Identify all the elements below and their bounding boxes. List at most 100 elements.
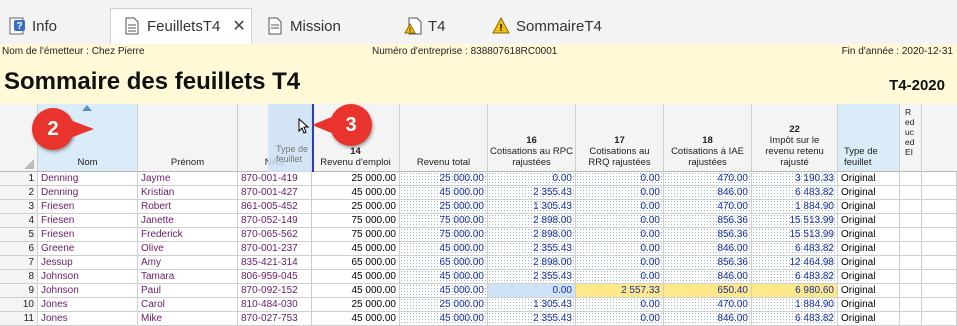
cell-c14[interactable]: 45 000.00 (312, 186, 400, 200)
cell-c17[interactable]: 0.00 (576, 256, 664, 270)
header-c16[interactable]: 16 Cotisations au RPC rajustées (488, 104, 576, 172)
close-icon[interactable]: ✕ (232, 16, 245, 36)
header-c17[interactable]: 17 Cotisations au RRQ rajustées (576, 104, 664, 172)
cell-total[interactable]: 25 000.00 (400, 172, 488, 186)
cell-type[interactable]: Original (838, 270, 900, 284)
table-row[interactable]: 10 Jones Carol 810-484-030 25 000.00 25 000.0… (0, 298, 957, 312)
cell-c14[interactable]: 75 000.00 (312, 214, 400, 228)
cell-nas[interactable]: 870-092-152 (238, 284, 312, 298)
cell-total[interactable]: 45 000.00 (400, 312, 488, 326)
cell-type[interactable]: Original (838, 284, 900, 298)
cell-c14[interactable]: 25 000.00 (312, 298, 400, 312)
cell-nom[interactable]: Friesen (38, 200, 138, 214)
header-c22[interactable]: 22 Impôt sur le revenu retenu rajusté (752, 104, 838, 172)
cell-c16[interactable]: 2 898.00 (488, 214, 576, 228)
cell-c17[interactable]: 0.00 (576, 242, 664, 256)
tab-mission[interactable]: Mission (266, 9, 341, 43)
cell-nas[interactable]: 870-001-427 (238, 186, 312, 200)
cell-prenom[interactable]: Kristian (138, 186, 238, 200)
cell-nom[interactable]: Jones (38, 312, 138, 326)
cell-prenom[interactable]: Jayme (138, 172, 238, 186)
cell-c18[interactable]: 846.00 (664, 242, 752, 256)
cell-nom[interactable]: Denning (38, 186, 138, 200)
cell-c14[interactable]: 25 000.00 (312, 172, 400, 186)
cell-c14[interactable]: 45 000.00 (312, 270, 400, 284)
cell-c14[interactable]: 45 000.00 (312, 284, 400, 298)
table-row[interactable]: 3 Friesen Robert 861-005-452 25 000.00 25 000… (0, 200, 957, 214)
cell-nom[interactable]: Johnson (38, 270, 138, 284)
cell-c22[interactable]: 12 464.98 (752, 256, 838, 270)
tab-feuilletst4[interactable]: FeuilletsT4 ✕ (110, 8, 252, 44)
cell-c22[interactable]: 3 190.33 (752, 172, 838, 186)
tab-sommairet4[interactable]: ! SommaireT4 (492, 9, 602, 43)
cell-c16[interactable]: 0.00 (488, 284, 576, 298)
cell-prenom[interactable]: Mike (138, 312, 238, 326)
cell-prenom[interactable]: Amy (138, 256, 238, 270)
header-type[interactable]: Type de feuillet (838, 104, 900, 172)
cell-total[interactable]: 65 000.00 (400, 256, 488, 270)
cell-c17[interactable]: 0.00 (576, 312, 664, 326)
cell-c18[interactable]: 846.00 (664, 312, 752, 326)
cell-nas[interactable]: 835-421-314 (238, 256, 312, 270)
cell-prenom[interactable]: Tamara (138, 270, 238, 284)
cell-prenom[interactable]: Paul (138, 284, 238, 298)
cell-c18[interactable]: 470.00 (664, 298, 752, 312)
cell-c17[interactable]: 0.00 (576, 186, 664, 200)
table-row[interactable]: 9 Johnson Paul 870-092-152 45 000.00 45 000.0… (0, 284, 957, 298)
cell-c22[interactable]: 1 884.90 (752, 298, 838, 312)
table-row[interactable]: 4 Friesen Janette 870-052-149 75 000.00 75 00… (0, 214, 957, 228)
cell-total[interactable]: 45 000.00 (400, 242, 488, 256)
table-row[interactable]: 8 Johnson Tamara 806-959-045 45 000.00 45 000… (0, 270, 957, 284)
cell-c17[interactable]: 0.00 (576, 172, 664, 186)
cell-c17[interactable]: 0.00 (576, 270, 664, 284)
cell-nom[interactable]: Greene (38, 242, 138, 256)
cell-nom[interactable]: Jessup (38, 256, 138, 270)
cell-c18[interactable]: 856.36 (664, 256, 752, 270)
cell-nas[interactable]: 806-959-045 (238, 270, 312, 284)
cell-c14[interactable]: 25 000.00 (312, 200, 400, 214)
cell-c22[interactable]: 6 483.82 (752, 312, 838, 326)
cell-c22[interactable]: 6 980.60 (752, 284, 838, 298)
cell-c17[interactable]: 0.00 (576, 214, 664, 228)
header-total[interactable]: Revenu total (400, 104, 488, 172)
cell-nom[interactable]: Denning (38, 172, 138, 186)
cell-prenom[interactable]: Frederick (138, 228, 238, 242)
cell-type[interactable]: Original (838, 200, 900, 214)
cell-c22[interactable]: 1 884.90 (752, 200, 838, 214)
cell-nas[interactable]: 810-484-030 (238, 298, 312, 312)
cell-type[interactable]: Original (838, 214, 900, 228)
cell-prenom[interactable]: Carol (138, 298, 238, 312)
cell-type[interactable]: Original (838, 256, 900, 270)
cell-c16[interactable]: 2 355.43 (488, 270, 576, 284)
cell-c16[interactable]: 2 355.43 (488, 242, 576, 256)
dragged-column-ghost[interactable]: Type de feuillet (268, 104, 314, 172)
cell-c14[interactable]: 45 000.00 (312, 242, 400, 256)
cell-nom[interactable]: Johnson (38, 284, 138, 298)
table-row[interactable]: 5 Friesen Frederick 870-065-562 75 000.00 75 … (0, 228, 957, 242)
cell-c18[interactable]: 470.00 (664, 172, 752, 186)
cell-c17[interactable]: 0.00 (576, 298, 664, 312)
header-c18[interactable]: 18 Cotisations à IAE rajustées (664, 104, 752, 172)
table-row[interactable]: 11 Jones Mike 870-027-753 45 000.00 45 000.00… (0, 312, 957, 326)
header-reduced-ei[interactable]: R ed uc ed EI (900, 104, 922, 172)
table-row[interactable]: 7 Jessup Amy 835-421-314 65 000.00 65 000.00 2… (0, 256, 957, 270)
tab-t4[interactable]: ! T4 (404, 9, 446, 43)
cell-nom[interactable]: Jones (38, 298, 138, 312)
cell-c18[interactable]: 856.36 (664, 228, 752, 242)
cell-c18[interactable]: 470.00 (664, 200, 752, 214)
cell-type[interactable]: Original (838, 242, 900, 256)
cell-c22[interactable]: 6 483.82 (752, 186, 838, 200)
cell-nom[interactable]: Friesen (38, 228, 138, 242)
cell-c17[interactable]: 0.00 (576, 200, 664, 214)
header-prenom[interactable]: Prénom (138, 104, 238, 172)
cell-prenom[interactable]: Janette (138, 214, 238, 228)
cell-c16[interactable]: 2 355.43 (488, 312, 576, 326)
cell-c14[interactable]: 65 000.00 (312, 256, 400, 270)
cell-c17[interactable]: 0.00 (576, 228, 664, 242)
cell-nas[interactable]: 870-027-753 (238, 312, 312, 326)
cell-total[interactable]: 45 000.00 (400, 284, 488, 298)
cell-prenom[interactable]: Robert (138, 200, 238, 214)
cell-nas[interactable]: 870-052-149 (238, 214, 312, 228)
cell-c18[interactable]: 846.00 (664, 186, 752, 200)
cell-c18[interactable]: 650.40 (664, 284, 752, 298)
